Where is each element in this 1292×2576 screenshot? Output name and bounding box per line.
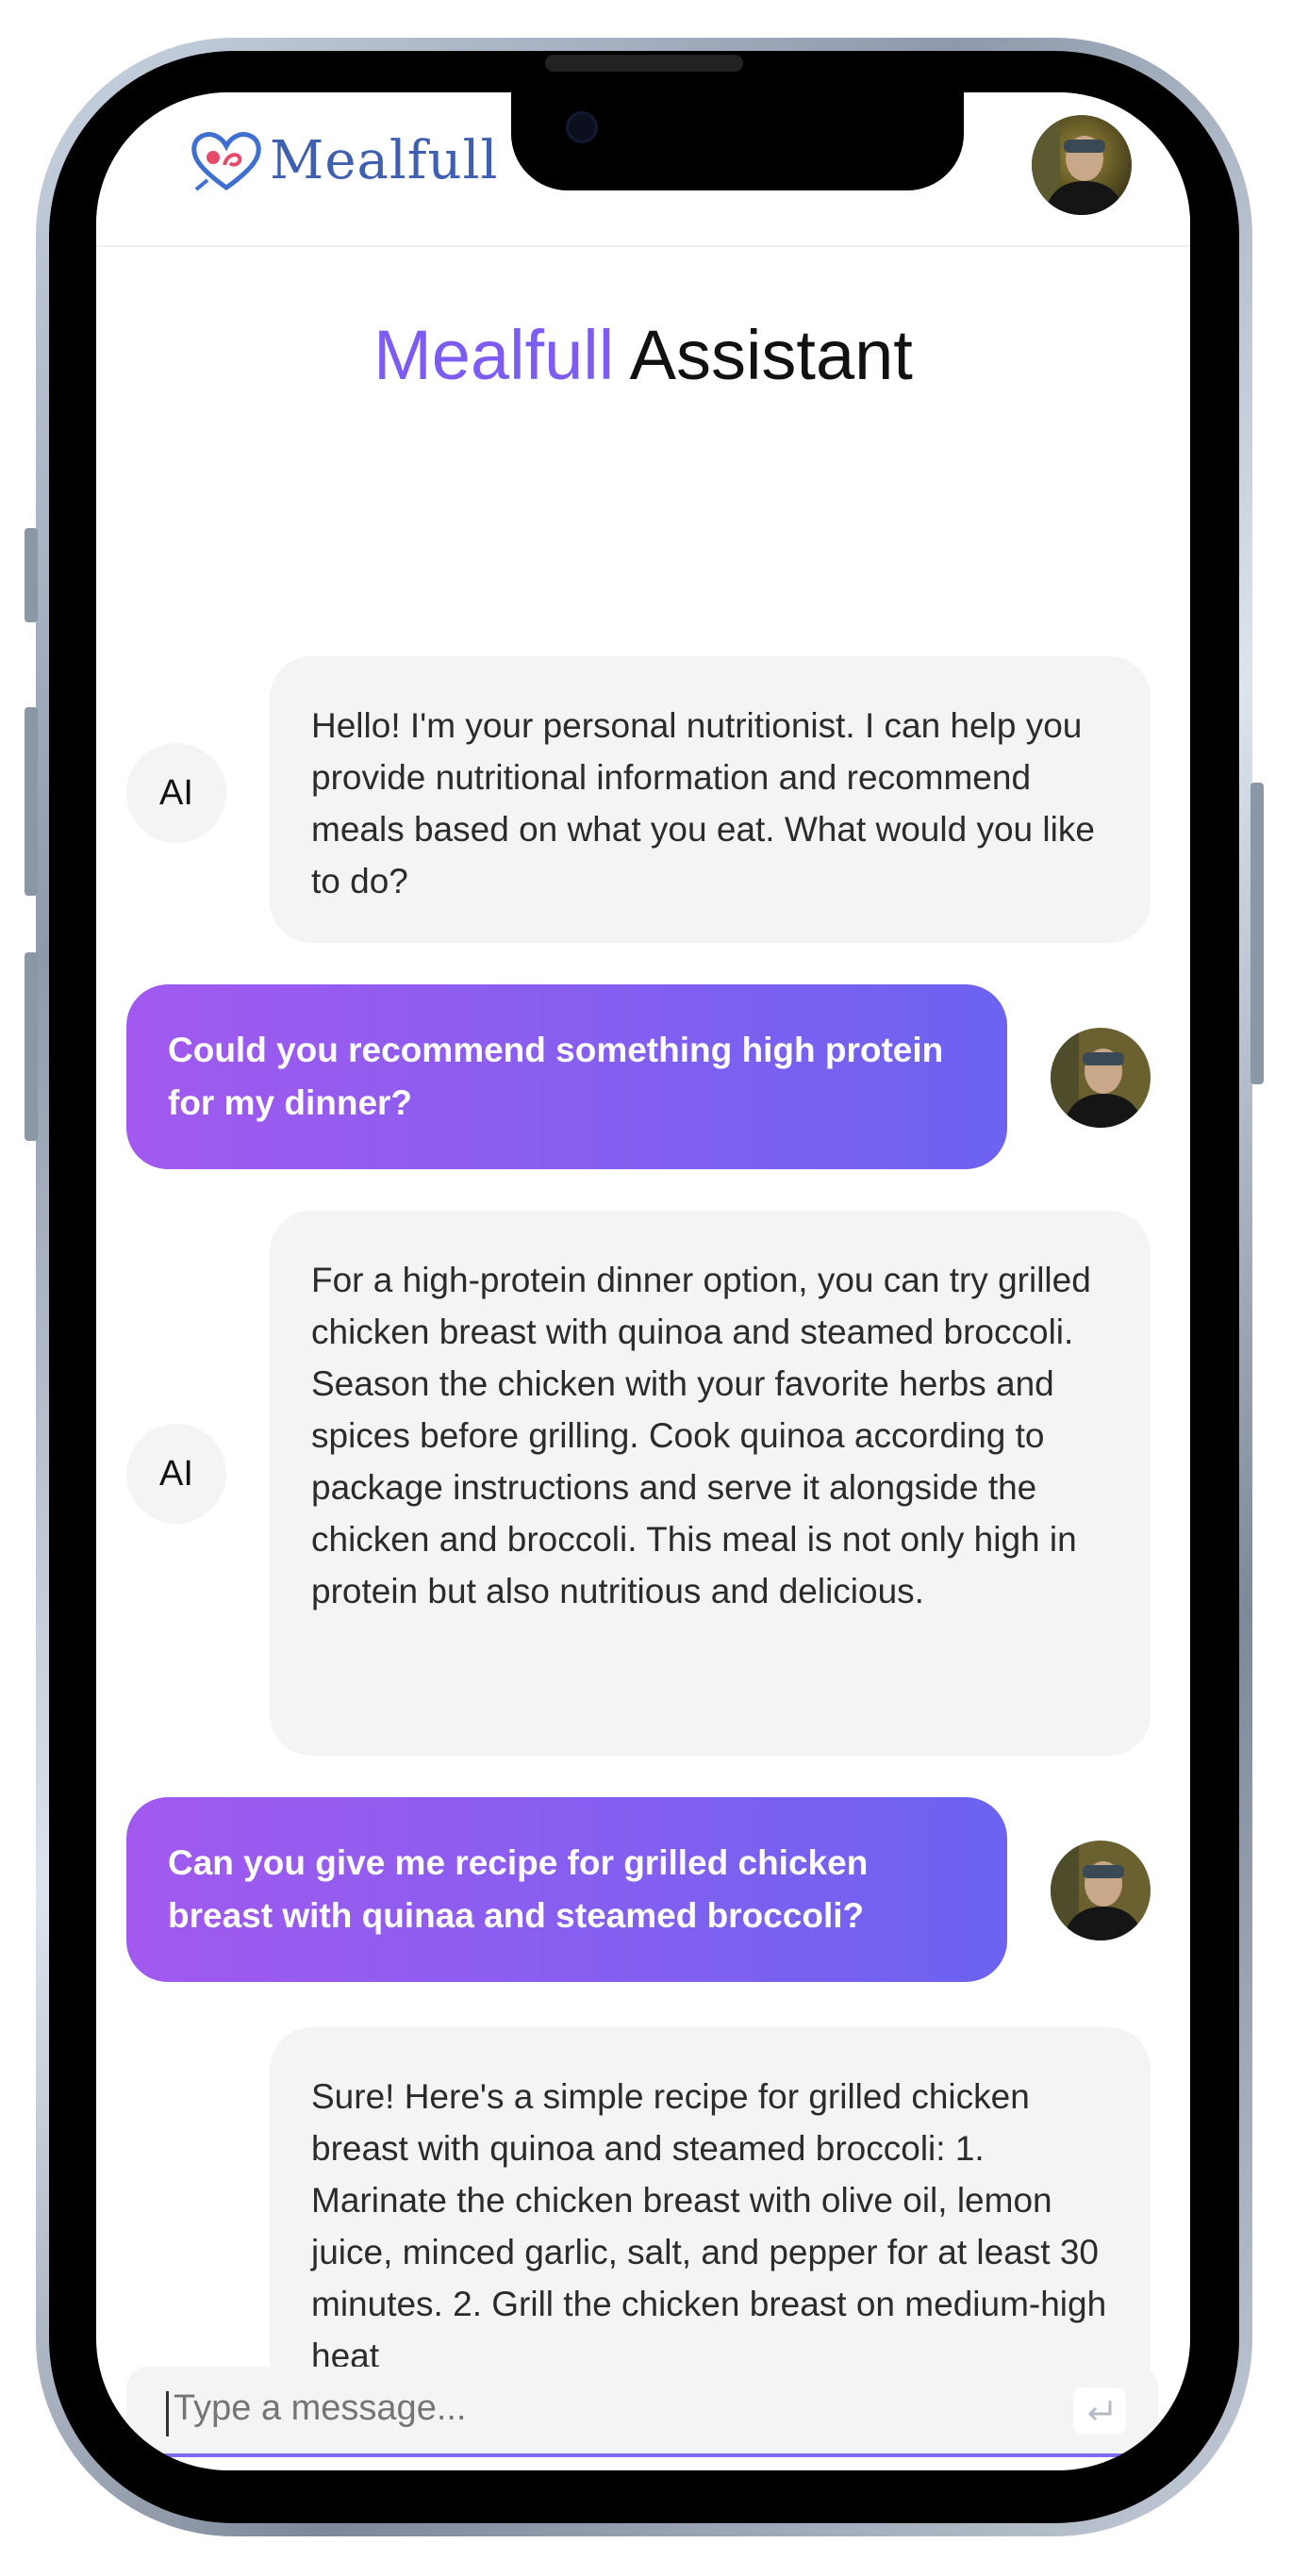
ai-message-bubble: For a high-protein dinner option, you ca… [270,1211,1151,1756]
ai-message-bubble: Hello! I'm your personal nutritionist. I… [270,656,1151,943]
mute-switch [25,528,38,622]
app-screen: Mealfull Mealfull Assistant AI Hello! I'… [96,92,1190,2470]
volume-down-button [25,952,38,1141]
power-button [1251,783,1264,1084]
user-avatar [1051,1028,1151,1128]
enter-icon [1087,2401,1112,2421]
app-logo[interactable]: Mealfull [190,130,498,191]
user-photo-icon [1051,1841,1151,1940]
ai-avatar-label: AI [159,1453,193,1494]
speaker-grille [545,55,743,72]
message-input-bar [126,2367,1158,2457]
message-input[interactable] [172,2387,1024,2430]
user-message-bubble: Can you give me recipe for grilled chick… [126,1797,1007,1982]
title-brand: Mealfull [373,316,615,394]
user-photo-icon [1051,1028,1151,1128]
ai-avatar: AI [126,743,226,843]
profile-avatar[interactable] [1032,115,1132,215]
user-photo-icon [1032,115,1132,215]
text-caret [166,2391,169,2436]
ai-message-text: For a high-protein dinner option, you ca… [311,1261,1091,1610]
ai-message-text: Hello! I'm your personal nutritionist. I… [311,706,1095,900]
send-button[interactable] [1073,2387,1126,2435]
ai-message-text: Sure! Here's a simple recipe for grilled… [311,2077,1107,2374]
user-avatar [1051,1841,1151,1940]
camera-notch [511,92,964,190]
volume-up-button [25,707,38,896]
heart-logo-icon [191,131,261,191]
front-camera-icon [566,111,598,143]
ai-message-bubble: Sure! Here's a simple recipe for grilled… [270,2027,1151,2374]
user-message-text: Could you recommend something high prote… [168,1031,944,1122]
user-message-text: Can you give me recipe for grilled chick… [168,1843,869,1935]
ai-avatar-label: AI [159,772,193,813]
title-rest: Assistant [629,316,913,394]
user-message-bubble: Could you recommend something high prote… [126,984,1007,1169]
page-title: Mealfull Assistant [96,315,1190,395]
chat-messages[interactable]: AI Hello! I'm your personal nutritionist… [96,545,1190,2374]
ai-avatar: AI [126,1424,226,1524]
logo-text: Mealfull [270,130,499,191]
